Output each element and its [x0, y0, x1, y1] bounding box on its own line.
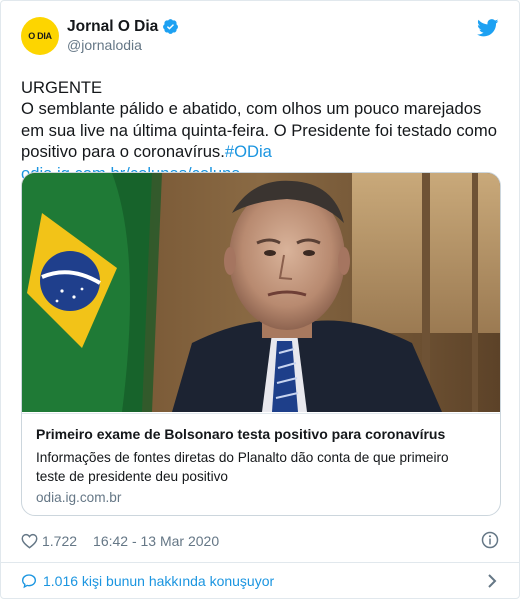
author-block[interactable]: Jornal O Dia @jornalodia	[67, 17, 179, 54]
tweet-text-line1: URGENTE	[21, 78, 103, 97]
tweet-text: URGENTE O semblante pálido e abatido, co…	[21, 77, 506, 184]
conversation-text[interactable]: 1.016 kişi bunun hakkında konuşuyor	[43, 573, 274, 589]
tweet-card: O DIA Jornal O Dia @jornalodia URGENTE O…	[0, 0, 520, 599]
twitter-bird-icon[interactable]	[477, 19, 499, 37]
author-display-name[interactable]: Jornal O Dia	[67, 17, 158, 36]
verified-badge-icon	[163, 19, 179, 34]
divider	[1, 562, 519, 563]
conversation-link[interactable]: 1.016 kişi bunun hakkında konuşuyor	[21, 571, 499, 591]
chevron-right-icon[interactable]	[485, 573, 499, 589]
author-handle[interactable]: @jornalodia	[67, 36, 179, 54]
tweet-header: O DIA Jornal O Dia @jornalodia	[21, 15, 499, 59]
tweet-meta: 1.722 16:42 - 13 Mar 2020	[21, 531, 219, 551]
card-description: Informações de fontes diretas do Planalt…	[36, 450, 449, 484]
card-image[interactable]	[22, 173, 500, 412]
avatar[interactable]: O DIA	[21, 17, 59, 55]
link-preview-card[interactable]: Primeiro exame de Bolsonaro testa positi…	[21, 172, 501, 516]
tweet-timestamp[interactable]: 16:42 - 13 Mar 2020	[93, 533, 219, 549]
card-title[interactable]: Primeiro exame de Bolsonaro testa positi…	[36, 426, 445, 442]
card-body[interactable]: Primeiro exame de Bolsonaro testa positi…	[22, 413, 500, 505]
card-domain: odia.ig.com.br	[36, 490, 122, 505]
reply-bubble-icon	[21, 574, 37, 589]
heart-icon[interactable]	[21, 533, 38, 549]
hashtag-link[interactable]: #ODia	[225, 142, 272, 161]
like-count[interactable]: 1.722	[42, 533, 77, 549]
avatar-logo-text: O DIA	[28, 31, 52, 41]
info-icon[interactable]	[481, 531, 499, 549]
author-name-row[interactable]: Jornal O Dia	[67, 17, 179, 36]
